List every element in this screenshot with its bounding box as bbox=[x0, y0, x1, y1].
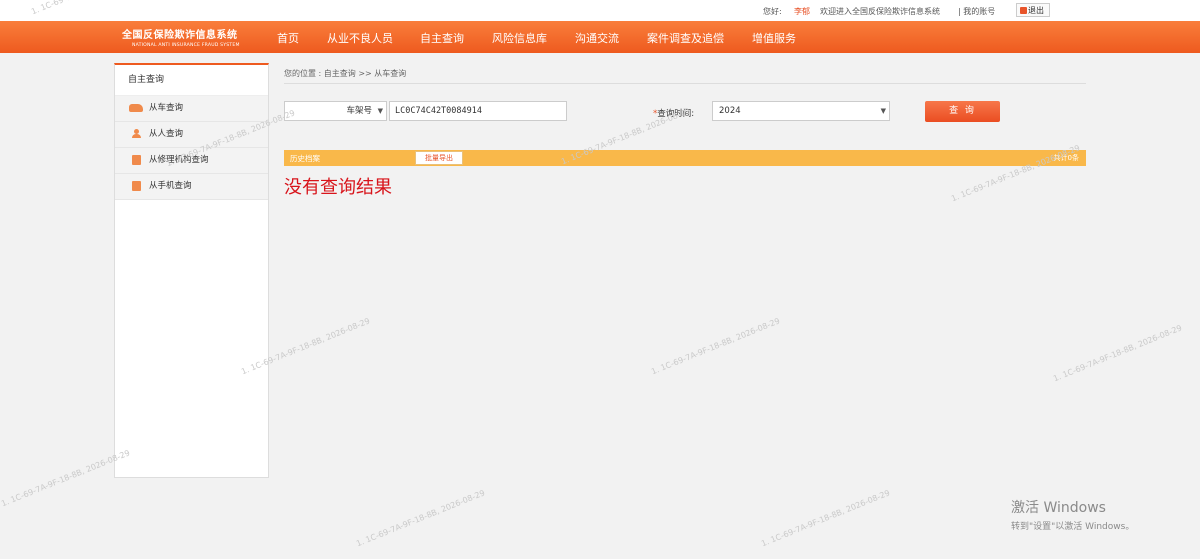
watermark: 1. 1C-69-7A-9F-18-8B, 2026-08-29 bbox=[355, 488, 487, 549]
document-icon bbox=[132, 180, 141, 191]
nav-communication[interactable]: 沟通交流 bbox=[575, 30, 619, 46]
sidebar-item-label: 从人查询 bbox=[149, 129, 184, 139]
year-value: 2024 bbox=[719, 106, 741, 116]
chevron-down-icon: ▼ bbox=[880, 107, 886, 115]
logout-label: 退出 bbox=[1028, 6, 1044, 15]
nav-value-added[interactable]: 增值服务 bbox=[752, 30, 796, 46]
sidebar: 自主查询 从车查询 从人查询 从修理机构查询 从手机查询 bbox=[114, 63, 269, 478]
car-icon bbox=[129, 103, 143, 112]
activation-subtitle: 转到"设置"以激活 Windows。 bbox=[1011, 522, 1135, 532]
sidebar-item-label: 从车查询 bbox=[149, 103, 184, 113]
logout-button[interactable]: 退出 bbox=[1016, 3, 1050, 17]
sidebar-title: 自主查询 bbox=[115, 65, 268, 96]
nav-self-query[interactable]: 自主查询 bbox=[420, 30, 464, 46]
username-link[interactable]: 李郁 bbox=[794, 6, 810, 17]
breadcrumb-divider bbox=[284, 83, 1086, 84]
brand-title-en: NATIONAL ANTI INSURANCE FRAUD SYSTEM bbox=[132, 43, 240, 48]
chevron-down-icon: ▼ bbox=[377, 107, 383, 115]
activation-title: 激活 Windows bbox=[1011, 500, 1106, 516]
watermark: 1. 1C-69-7A-9F-18-8B, 2026-08-29 bbox=[1052, 323, 1184, 384]
query-button[interactable]: 查 询 bbox=[925, 101, 1000, 122]
query-type-select[interactable]: 车架号 ▼ bbox=[284, 101, 387, 121]
my-account-link[interactable]: | 我的账号 bbox=[958, 6, 995, 17]
main-nav-bar: 全国反保险欺诈信息系统 NATIONAL ANTI INSURANCE FRAU… bbox=[0, 21, 1200, 53]
brand-title-cn: 全国反保险欺诈信息系统 bbox=[122, 30, 238, 41]
no-result-message: 没有查询结果 bbox=[284, 177, 392, 198]
nav-case-investigation[interactable]: 案件调查及追偿 bbox=[647, 30, 724, 46]
nav-home[interactable]: 首页 bbox=[277, 30, 299, 46]
person-icon bbox=[132, 129, 141, 138]
top-utility-bar: 您好: 李郁 欢迎进入全国反保险欺诈信息系统 | 我的账号 退出 bbox=[0, 0, 1200, 22]
breadcrumb: 您的位置 : 自主查询 >> 从车查询 bbox=[284, 69, 407, 78]
windows-activation-notice: 激活 Windows 转到"设置"以激活 Windows。 bbox=[1011, 497, 1134, 532]
brand-logo[interactable]: 全国反保险欺诈信息系统 NATIONAL ANTI INSURANCE FRAU… bbox=[122, 26, 240, 48]
sidebar-item-label: 从手机查询 bbox=[149, 181, 192, 191]
watermark: 1. 1C-69-7A-9F-18-8B, 2026-08-29 bbox=[650, 316, 782, 377]
batch-export-button[interactable]: 批量导出 bbox=[415, 151, 463, 165]
vin-input[interactable]: LC0C74C42T0084914 bbox=[389, 101, 567, 121]
watermark: 1. 1C-69-7A-9F-18-8B, 2026-08-29 bbox=[0, 448, 132, 509]
nav-risk-database[interactable]: 风险信息库 bbox=[492, 30, 547, 46]
history-label: 历史档案 bbox=[290, 154, 320, 163]
watermark: 1. 1C-69-7A-9F-18-8B, 2026-08-29 bbox=[760, 488, 892, 549]
logout-icon bbox=[1020, 7, 1027, 14]
greeting-text: 您好: bbox=[763, 7, 782, 16]
welcome-text: 欢迎进入全国反保险欺诈信息系统 bbox=[820, 7, 940, 16]
nav-bad-practitioners[interactable]: 从业不良人员 bbox=[327, 30, 393, 46]
sidebar-item-phone-query[interactable]: 从手机查询 bbox=[115, 174, 268, 200]
history-bar: 历史档案 批量导出 共计0条 bbox=[284, 150, 1086, 166]
query-type-value: 车架号 bbox=[346, 106, 372, 116]
sidebar-item-vehicle-query[interactable]: 从车查询 bbox=[115, 96, 268, 122]
document-icon bbox=[132, 154, 141, 165]
year-select[interactable]: 2024 ▼ bbox=[712, 101, 890, 121]
